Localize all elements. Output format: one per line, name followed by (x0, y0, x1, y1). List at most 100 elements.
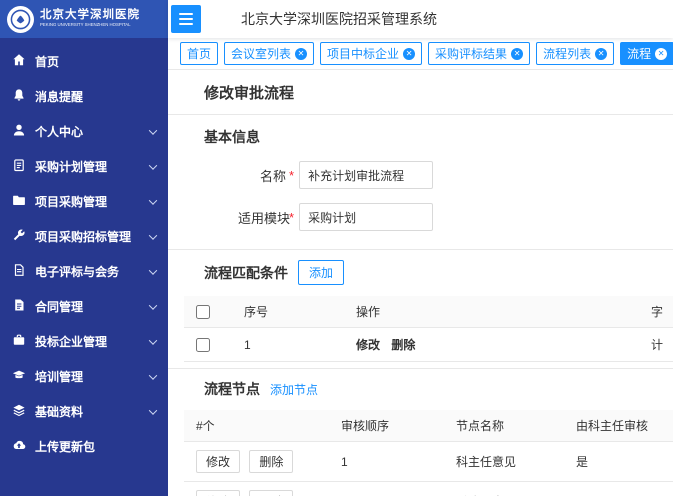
hospital-name: 北京大学深圳医院 (40, 9, 161, 22)
flow-nodes-title: 流程节点 (204, 379, 260, 399)
chevron-down-icon (149, 301, 157, 309)
table-row: 修改 删除 2 采购员意见 否 (184, 482, 673, 496)
delete-button[interactable]: 删除 (249, 490, 293, 496)
tab-label: 采购评标结果 (435, 45, 507, 62)
hospital-name-en: PEKING UNIVERSITY SHENZHEN HOSPITAL (40, 23, 127, 28)
delete-button[interactable]: 删除 (249, 450, 293, 473)
name-label: 名称 (238, 166, 286, 185)
cell-actions: 修改 删除 (184, 442, 329, 482)
sidebar-item-e-evaluation[interactable]: 电子评标与会务 (0, 254, 168, 289)
tab-label: 流程列表 (543, 45, 591, 62)
cell-review-order: 1 (329, 442, 444, 482)
col-actions: #个 (184, 410, 329, 442)
required-asterisk: * (289, 210, 294, 225)
add-condition-button[interactable]: 添加 (298, 260, 344, 285)
sidebar-item-label: 电子评标与会务 (35, 263, 119, 280)
sidebar-item-contract[interactable]: 合同管理 (0, 289, 168, 324)
page-title: 修改审批流程 (204, 82, 673, 103)
sidebar-menu: 首页 消息提醒 个人中心 采购计划管理 项目采购管理 (0, 38, 168, 464)
match-conditions-table: 序号 操作 字 1 修改 删除 计 (184, 296, 673, 362)
sidebar-item-project-procurement[interactable]: 项目采购管理 (0, 184, 168, 219)
match-conditions-header: 流程匹配条件 添加 (184, 260, 673, 285)
chevron-down-icon (149, 266, 157, 274)
cloud-upload-icon (12, 438, 26, 455)
sidebar-item-label: 项目采购招标管理 (35, 228, 131, 245)
delete-link[interactable]: 删除 (391, 338, 415, 352)
cell-node-name: 科主任意见 (444, 442, 564, 482)
section-flow-nodes: 流程节点 添加节点 #个 审核顺序 节点名称 由科主任审核 (168, 369, 673, 496)
flow-nodes-header: 流程节点 添加节点 (184, 379, 673, 399)
sidebar-item-basic-data[interactable]: 基础资料 (0, 394, 168, 429)
tab-winning-bidders[interactable]: 项目中标企业 ✕ (320, 42, 422, 65)
flow-nodes-table: #个 审核顺序 节点名称 由科主任审核 修改 删除 1 (184, 410, 673, 496)
hospital-name-block: 北京大学深圳医院 PEKING UNIVERSITY SHENZHEN HOSP… (40, 9, 161, 29)
contract-icon (12, 298, 26, 315)
hamburger-icon (179, 13, 193, 25)
modify-button[interactable]: 修改 (196, 450, 240, 473)
chevron-down-icon (149, 406, 157, 414)
hamburger-menu-button[interactable] (171, 5, 201, 33)
app-window: 北京大学深圳医院 PEKING UNIVERSITY SHENZHEN HOSP… (0, 0, 673, 496)
cell-operation: 修改 删除 (344, 328, 639, 362)
sidebar-item-bidder-management[interactable]: 投标企业管理 (0, 324, 168, 359)
close-icon[interactable]: ✕ (295, 48, 307, 60)
chevron-down-icon (149, 371, 157, 379)
sidebar-item-label: 上传更新包 (35, 438, 95, 455)
sidebar-item-label: 个人中心 (35, 123, 83, 140)
table-header-row: 序号 操作 字 (184, 296, 673, 328)
modify-link[interactable]: 修改 (356, 338, 380, 352)
sidebar-item-project-bidding[interactable]: 项目采购招标管理 (0, 219, 168, 254)
sidebar-item-training[interactable]: 培训管理 (0, 359, 168, 394)
row-checkbox[interactable] (196, 338, 210, 352)
sidebar-item-label: 消息提醒 (35, 88, 83, 105)
sidebar-item-label: 采购计划管理 (35, 158, 107, 175)
sidebar-item-label: 培训管理 (35, 368, 83, 385)
sidebar-item-home[interactable]: 首页 (0, 44, 168, 79)
close-icon[interactable]: ✕ (655, 48, 667, 60)
table-row: 修改 删除 1 科主任意见 是 (184, 442, 673, 482)
sidebar-item-label: 项目采购管理 (35, 193, 107, 210)
table-header-row: #个 审核顺序 节点名称 由科主任审核 (184, 410, 673, 442)
user-icon (12, 123, 26, 140)
page-content: 修改审批流程 基本信息 名称 * 适用模块 * 采购计划 (168, 70, 673, 496)
cell-actions: 修改 删除 (184, 482, 329, 496)
app-title: 北京大学深圳医院招采管理系统 (241, 9, 437, 29)
required-asterisk: * (289, 168, 294, 183)
tab-home[interactable]: 首页 (180, 42, 218, 65)
sidebar-item-label: 投标企业管理 (35, 333, 107, 350)
clipboard-icon (12, 158, 26, 175)
close-icon[interactable]: ✕ (595, 48, 607, 60)
form-row-module: 适用模块 * 采购计划 (238, 203, 673, 231)
folder-icon (12, 193, 26, 210)
layers-icon (12, 403, 26, 420)
sidebar-item-messages[interactable]: 消息提醒 (0, 79, 168, 114)
tab-process[interactable]: 流程 ✕ (620, 42, 673, 65)
sidebar-item-profile[interactable]: 个人中心 (0, 114, 168, 149)
module-select[interactable]: 采购计划 (299, 203, 433, 231)
close-icon[interactable]: ✕ (511, 48, 523, 60)
tab-meeting-rooms[interactable]: 会议室列表 ✕ (224, 42, 314, 65)
tab-process-list[interactable]: 流程列表 ✕ (536, 42, 614, 65)
modify-button[interactable]: 修改 (196, 490, 240, 496)
cell-dept-head-review: 是 (564, 442, 673, 482)
chevron-down-icon (149, 126, 157, 134)
page-header: 修改审批流程 (168, 70, 673, 115)
tab-label: 首页 (187, 45, 211, 62)
sidebar-item-label: 基础资料 (35, 403, 83, 420)
tab-bar: 首页 会议室列表 ✕ 项目中标企业 ✕ 采购评标结果 ✕ 流程列表 ✕ 流程 ✕ (168, 38, 673, 70)
col-index: 序号 (232, 296, 344, 328)
tab-label: 流程 (627, 45, 651, 62)
sidebar-item-procurement-plan[interactable]: 采购计划管理 (0, 149, 168, 184)
module-select-value: 采购计划 (308, 209, 356, 226)
tab-evaluation-results[interactable]: 采购评标结果 ✕ (428, 42, 530, 65)
form-row-name: 名称 * (238, 161, 673, 189)
chevron-down-icon (149, 196, 157, 204)
basic-info-title: 基本信息 (204, 127, 673, 147)
name-input[interactable] (299, 161, 433, 189)
wrench-icon (12, 228, 26, 245)
add-node-link[interactable]: 添加节点 (270, 381, 318, 398)
close-icon[interactable]: ✕ (403, 48, 415, 60)
sidebar-item-upload-package[interactable]: 上传更新包 (0, 429, 168, 464)
select-all-checkbox[interactable] (196, 305, 210, 319)
cell-extra: 计 (639, 328, 673, 362)
